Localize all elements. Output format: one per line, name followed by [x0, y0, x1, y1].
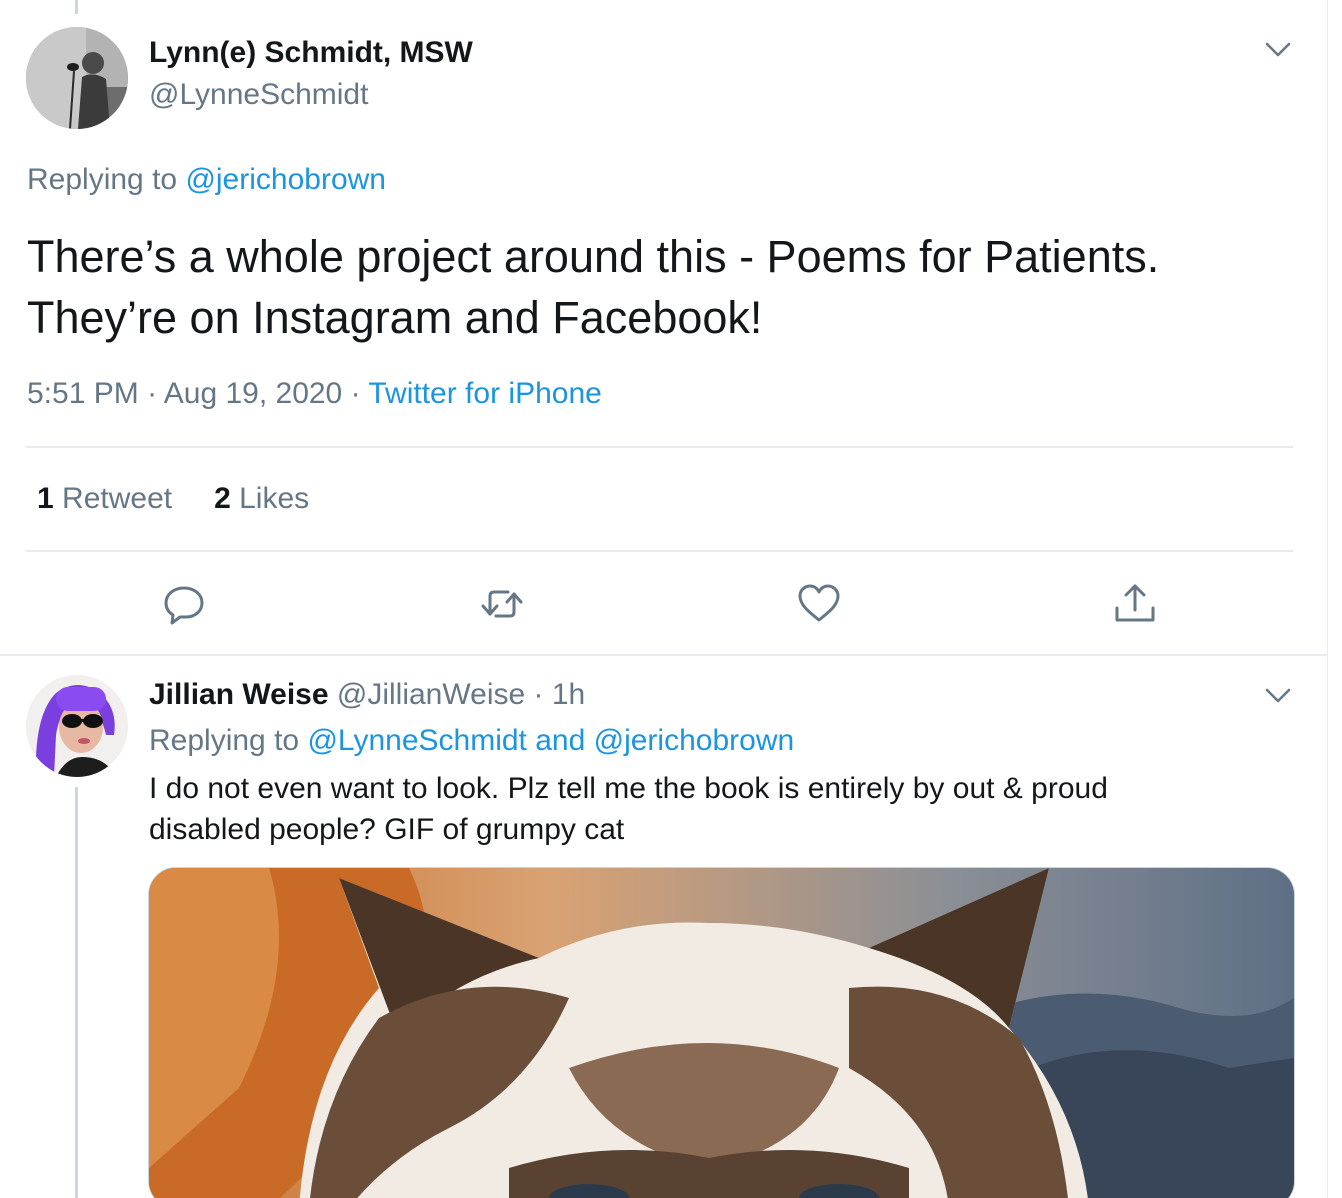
time-separator: ·	[525, 678, 552, 711]
tweet-time[interactable]: 1h	[552, 678, 585, 711]
retweet-icon[interactable]	[478, 580, 526, 628]
mention-link[interactable]: @LynneSchmidt	[307, 724, 526, 757]
gif-media[interactable]	[148, 867, 1295, 1198]
tweet-text-line: I do not even want to look. Plz tell me …	[149, 772, 1108, 805]
chevron-down-icon[interactable]	[1265, 42, 1291, 58]
tweet-text: I do not even want to look. Plz tell me …	[149, 768, 1249, 850]
divider	[26, 446, 1293, 448]
like-stat[interactable]: 2 Likes	[214, 482, 309, 515]
tweet-stats: 1 Retweet 2 Likes	[37, 482, 309, 516]
tweet-text-line: There’s a whole project around this - Po…	[27, 231, 1160, 282]
divider	[26, 550, 1293, 552]
replying-to: Replying to @jerichobrown	[27, 163, 386, 197]
avatar[interactable]	[26, 675, 128, 777]
user-handle[interactable]: @JillianWeise	[337, 678, 525, 711]
retweet-count: 1	[37, 482, 54, 515]
like-count: 2	[214, 482, 231, 515]
tweet-separator	[0, 654, 1328, 656]
like-label: Likes	[239, 482, 310, 515]
tweet-time[interactable]: 5:51 PM	[27, 377, 139, 410]
mention-link[interactable]: @jerichobrown	[594, 724, 795, 757]
tweet-date[interactable]: Aug 19, 2020	[164, 377, 343, 410]
replying-and[interactable]: and	[527, 724, 594, 757]
tweet-text-line: disabled people? GIF of grumpy cat	[149, 813, 625, 846]
thread-line-top	[75, 0, 78, 14]
thread-line	[75, 787, 78, 1198]
tweet-text-line: They’re on Instagram and Facebook!	[27, 292, 763, 343]
heart-icon[interactable]	[795, 580, 843, 628]
tweet-thread: Lynn(e) Schmidt, MSW @LynneSchmidt Reply…	[0, 0, 1342, 1198]
tweet-source-link[interactable]: Twitter for iPhone	[368, 377, 601, 410]
meta-separator: ·	[138, 377, 164, 410]
display-name[interactable]: Lynn(e) Schmidt, MSW	[149, 36, 473, 70]
retweet-stat[interactable]: 1 Retweet	[37, 482, 172, 515]
mention-link[interactable]: @jerichobrown	[185, 163, 386, 196]
user-handle[interactable]: @LynneSchmidt	[149, 78, 368, 112]
tweet-text: There’s a whole project around this - Po…	[27, 226, 1287, 348]
retweet-label: Retweet	[62, 482, 173, 515]
reply-header: Jillian Weise @JillianWeise · 1h	[149, 678, 585, 712]
chevron-down-icon[interactable]	[1265, 688, 1291, 704]
timeline-border	[1327, 0, 1328, 1198]
replying-prefix: Replying to	[27, 163, 186, 196]
tweet-meta: 5:51 PM · Aug 19, 2020 · Twitter for iPh…	[27, 377, 602, 411]
avatar[interactable]	[26, 27, 128, 129]
replying-prefix: Replying to	[149, 724, 308, 757]
meta-separator: ·	[342, 377, 369, 410]
reply-icon[interactable]	[160, 580, 208, 628]
share-icon[interactable]	[1111, 580, 1159, 628]
display-name[interactable]: Jillian Weise	[149, 678, 329, 711]
replying-to: Replying to @LynneSchmidt and @jerichobr…	[149, 724, 794, 758]
